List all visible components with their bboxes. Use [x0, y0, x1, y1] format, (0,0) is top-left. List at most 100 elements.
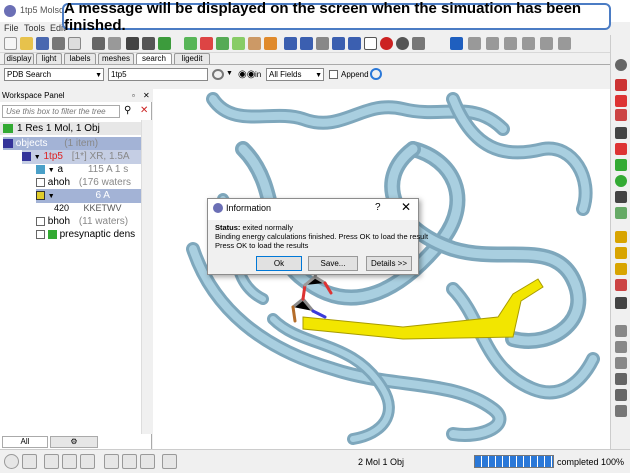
redo-icon[interactable]: [108, 37, 121, 50]
rock-icon[interactable]: [615, 389, 627, 401]
search-icon[interactable]: ⚲: [124, 105, 131, 116]
tab-labels[interactable]: labels: [64, 53, 96, 64]
doc-icon[interactable]: [80, 454, 95, 469]
tree-sequence[interactable]: 420 KKETWV: [54, 202, 122, 215]
center-icon[interactable]: [615, 59, 627, 71]
tree-chain-b[interactable]: ▼ 6 A: [36, 189, 141, 203]
hand-icon[interactable]: [615, 405, 627, 417]
tree-filter-input[interactable]: Use this box to filter the tree: [2, 105, 120, 118]
undo-icon[interactable]: [92, 37, 105, 50]
fog-icon[interactable]: [284, 37, 297, 50]
visibility-checkbox[interactable]: [36, 229, 45, 239]
grid-icon[interactable]: [264, 37, 277, 50]
tree-presynaptic[interactable]: presynaptic dens: [36, 228, 135, 241]
rotate-icon[interactable]: [615, 79, 627, 91]
tab-meshes[interactable]: meshes: [98, 53, 134, 64]
ok-button[interactable]: Ok: [256, 256, 302, 271]
save-button[interactable]: Save...: [308, 256, 358, 271]
append-checkbox[interactable]: [329, 70, 338, 79]
terminal-icon[interactable]: [44, 454, 59, 469]
measure-icon-1[interactable]: [615, 231, 627, 243]
skeleton-icon[interactable]: [316, 37, 329, 50]
settings-icon[interactable]: [52, 37, 65, 50]
star-icon[interactable]: [412, 37, 425, 50]
pin-icon[interactable]: ▫: [132, 89, 135, 102]
translate-icon[interactable]: [615, 95, 627, 107]
history-icon[interactable]: [212, 69, 224, 80]
chain-icon[interactable]: [232, 37, 245, 50]
contact-icon[interactable]: [615, 207, 627, 219]
display-green-icon[interactable]: [184, 37, 197, 50]
search-query-input[interactable]: 1tp5: [108, 68, 208, 81]
table-icon[interactable]: [62, 454, 77, 469]
tools-icon[interactable]: [142, 37, 155, 50]
tree-scrollbar[interactable]: [141, 120, 152, 434]
align-icon-2[interactable]: [468, 37, 481, 50]
atom-icon[interactable]: [216, 37, 229, 50]
menu-tools[interactable]: Tools: [24, 23, 45, 33]
green-sphere-icon[interactable]: [615, 175, 627, 187]
align-icon-7[interactable]: [558, 37, 571, 50]
search-source-select[interactable]: PDB Search ▼: [4, 68, 104, 81]
tab-all[interactable]: All: [2, 436, 48, 448]
copy-icon[interactable]: [68, 37, 81, 50]
label-a-icon[interactable]: [364, 37, 377, 50]
dialog-close-button[interactable]: ✕: [401, 200, 411, 214]
slab-icon[interactable]: [615, 143, 627, 155]
align-icon-5[interactable]: [522, 37, 535, 50]
residue-icon[interactable]: [200, 37, 213, 50]
visibility-checkbox[interactable]: [36, 177, 45, 187]
details-button[interactable]: Details >>: [366, 256, 412, 271]
align-icon-3[interactable]: [486, 37, 499, 50]
cube-icon[interactable]: [615, 191, 627, 203]
tree-object-1tp5[interactable]: ▼ 1tp5 [1*] XR, 1.5A: [22, 150, 141, 164]
tab-display[interactable]: display: [4, 53, 34, 64]
visibility-checkbox[interactable]: [36, 216, 45, 226]
menu-file[interactable]: File: [4, 23, 19, 33]
tab-light[interactable]: light: [36, 53, 62, 64]
history-chevron-icon[interactable]: ▼: [226, 70, 233, 77]
measure-icon-2[interactable]: [615, 247, 627, 259]
stereo-icon[interactable]: [615, 325, 627, 337]
tools-icon[interactable]: [162, 454, 177, 469]
select-icon[interactable]: [126, 37, 139, 50]
axis-icon[interactable]: [615, 341, 627, 353]
wiggle-icon[interactable]: [615, 373, 627, 385]
stop-icon[interactable]: [4, 454, 19, 469]
tab-network-icon[interactable]: ⚙: [50, 436, 98, 448]
wire-icon[interactable]: [348, 37, 361, 50]
gear-icon[interactable]: [104, 454, 119, 469]
box-icon[interactable]: [332, 37, 345, 50]
movie-icon[interactable]: [140, 454, 155, 469]
close-icon[interactable]: ✕: [143, 89, 150, 102]
selection-mode-icon[interactable]: [158, 37, 171, 50]
save-icon[interactable]: [36, 37, 49, 50]
ligand-icon[interactable]: [248, 37, 261, 50]
refresh-icon[interactable]: [370, 68, 382, 80]
tab-ligedit[interactable]: ligedit: [174, 53, 210, 64]
new-file-icon[interactable]: [4, 37, 17, 50]
tree-chain-a[interactable]: ▼ a 115 A 1 s: [36, 163, 128, 177]
tree-objects[interactable]: objects (1 item): [3, 137, 141, 150]
ball-icon[interactable]: [380, 37, 393, 50]
angle-icon[interactable]: [615, 279, 627, 291]
align-icon-6[interactable]: [540, 37, 553, 50]
align-icon-4[interactable]: [504, 37, 517, 50]
surface-icon[interactable]: [300, 37, 313, 50]
search-field-select[interactable]: All Fields ▼: [266, 68, 324, 81]
binoculars-icon[interactable]: ◉◉: [238, 69, 255, 80]
help-button[interactable]: ?: [375, 202, 381, 213]
clip-icon[interactable]: [615, 127, 627, 139]
sphere-icon[interactable]: [396, 37, 409, 50]
record-icon[interactable]: [22, 454, 37, 469]
green-box-icon[interactable]: [615, 159, 627, 171]
open-folder-icon[interactable]: [20, 37, 33, 50]
zoom-icon[interactable]: [615, 109, 627, 121]
clear-filter-icon[interactable]: ✕: [140, 105, 148, 116]
tab-search[interactable]: search: [136, 53, 172, 64]
tree-bhoh[interactable]: bhoh (11 waters): [36, 215, 128, 228]
spin-icon[interactable]: [615, 357, 627, 369]
measure-icon-3[interactable]: [615, 263, 627, 275]
tree-ahoh[interactable]: ahoh (176 waters: [36, 176, 131, 189]
align-icon-1[interactable]: [450, 37, 463, 50]
